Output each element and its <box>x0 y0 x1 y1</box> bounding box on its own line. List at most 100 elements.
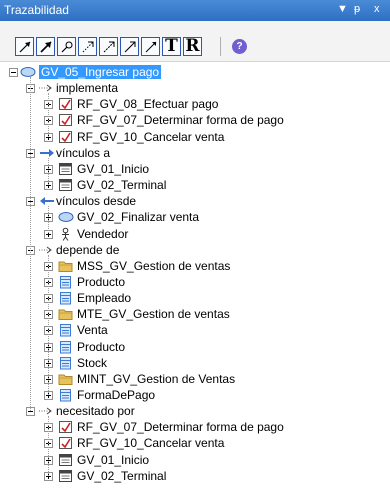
requirement-icon <box>58 436 74 450</box>
tree-label: RF_GV_08_Efectuar pago <box>77 97 219 112</box>
tree-row-item-3-8[interactable]: FormaDePago <box>0 387 390 403</box>
help-button[interactable]: ? <box>232 39 247 54</box>
tree-connector <box>30 77 31 412</box>
arrow-ne-plain-icon <box>145 41 157 53</box>
toolbar-button-arrow-ne-thin[interactable] <box>120 37 139 56</box>
tree-row-item-4-0[interactable]: RF_GV_07_Determinar forma de pago <box>0 419 390 435</box>
screen-icon <box>58 469 74 483</box>
tree-row-root[interactable]: GV_05_Ingresar pago <box>0 64 390 80</box>
dotted-arrow-icon <box>39 404 55 418</box>
tree-row-group-0[interactable]: implementa <box>0 80 390 96</box>
tree-row-item-3-1[interactable]: Producto <box>0 274 390 290</box>
tree-label: RF_GV_10_Cancelar venta <box>77 129 225 144</box>
toolbar-button-dashed-arrow-alt[interactable] <box>99 37 118 56</box>
tree-label: RF_GV_07_Determinar forma de pago <box>77 113 284 128</box>
tree-connector <box>48 416 49 476</box>
requirement-icon <box>58 420 74 434</box>
tree-row-item-3-4[interactable]: Venta <box>0 322 390 338</box>
actor-icon <box>58 227 74 241</box>
tree-row-item-4-2[interactable]: GV_01_Inicio <box>0 452 390 468</box>
tree-row-item-3-7[interactable]: MINT_GV_Gestion de Ventas <box>0 371 390 387</box>
folder-icon <box>58 372 74 386</box>
class-icon <box>58 275 74 289</box>
class-icon <box>58 356 74 370</box>
tree-label: depende de <box>56 242 120 257</box>
tree-label: GV_01_Inicio <box>77 452 150 467</box>
tree-row-group-4[interactable]: necesitado por <box>0 403 390 419</box>
usecase-icon <box>58 210 74 224</box>
toolbar-button-dashed-arrow[interactable] <box>78 37 97 56</box>
tree-label: MSS_GV_Gestion de ventas <box>77 258 231 273</box>
tree-label: Producto <box>77 274 126 289</box>
traceability-tree: GV_05_Ingresar pago implementa RF_GV_08_Ef… <box>0 62 390 501</box>
tree-label: Vendedor <box>77 226 129 241</box>
toolbar-button-pen[interactable] <box>57 37 76 56</box>
tree-row-item-4-3[interactable]: GV_02_Terminal <box>0 468 390 484</box>
tree-label: GV_01_Inicio <box>77 161 150 176</box>
tree-label: implementa <box>56 81 119 96</box>
panel-pin-button[interactable]: ᵽ <box>354 3 360 15</box>
class-icon <box>58 340 74 354</box>
tree-label: Venta <box>77 323 108 338</box>
toolbar-button-arrow-ne-plain[interactable] <box>141 37 160 56</box>
tree-label: RF_GV_07_Determinar forma de pago <box>77 420 284 435</box>
class-icon <box>58 388 74 402</box>
toolbar-button-arrow-ne[interactable] <box>15 37 34 56</box>
screen-icon <box>58 453 74 467</box>
panel-title-bar: Trazabilidad ▼ ᵽ x <box>0 0 390 21</box>
panel-close-button[interactable]: x <box>374 3 380 15</box>
collapse-icon[interactable] <box>9 68 18 77</box>
tree-label: MTE_GV_Gestion de ventas <box>77 307 230 322</box>
tree-label: RF_GV_10_Cancelar venta <box>77 436 225 451</box>
screen-icon <box>58 162 74 176</box>
tree-row-item-3-0[interactable]: MSS_GV_Gestion de ventas <box>0 258 390 274</box>
tree-row-item-1-1[interactable]: GV_02_Terminal <box>0 177 390 193</box>
screen-icon <box>58 178 74 192</box>
tree-row-item-4-1[interactable]: RF_GV_10_Cancelar venta <box>0 435 390 451</box>
tree-row-group-2[interactable]: vínculos desde <box>0 193 390 209</box>
tree-connector <box>48 206 49 234</box>
tree-label: Producto <box>77 339 126 354</box>
tree-connector <box>48 254 49 395</box>
tree-label: MINT_GV_Gestion de Ventas <box>77 371 236 386</box>
tree-row-item-2-1[interactable]: Vendedor <box>0 226 390 242</box>
blue-arrow-left-icon <box>39 194 55 208</box>
tree-row-item-1-0[interactable]: GV_01_Inicio <box>0 161 390 177</box>
dotted-arrow-icon <box>39 243 55 257</box>
toolbar: ? TR <box>0 21 390 62</box>
tree-label: Stock <box>77 355 108 370</box>
panel-menu-button[interactable]: ▼ <box>337 3 348 15</box>
tree-label: Empleado <box>77 291 132 306</box>
usecase-icon <box>20 65 36 79</box>
tree-connector <box>48 157 49 186</box>
tree-row-item-3-3[interactable]: MTE_GV_Gestion de ventas <box>0 306 390 322</box>
tree-row-group-1[interactable]: vínculos a <box>0 145 390 161</box>
tree-label: GV_02_Finalizar venta <box>77 210 200 225</box>
panel-title: Trazabilidad <box>4 3 69 17</box>
folder-icon <box>58 259 74 273</box>
dashed-arrow-alt-icon <box>103 41 115 53</box>
tree-label: necesitado por <box>56 404 135 419</box>
arrow-ne-thin-icon <box>124 41 136 53</box>
toolbar-button-arrow-ne-bold[interactable] <box>36 37 55 56</box>
tree-label: GV_02_Terminal <box>77 468 167 483</box>
tree-row-group-3[interactable]: depende de <box>0 242 390 258</box>
tree-label: GV_02_Terminal <box>77 178 167 193</box>
tree-row-item-0-1[interactable]: RF_GV_07_Determinar forma de pago <box>0 112 390 128</box>
toolbar-button-text-r[interactable]: R <box>183 37 202 56</box>
tree-row-item-3-6[interactable]: Stock <box>0 355 390 371</box>
tree-row-item-3-5[interactable]: Producto <box>0 339 390 355</box>
tree-row-item-0-0[interactable]: RF_GV_08_Efectuar pago <box>0 96 390 112</box>
requirement-icon <box>58 130 74 144</box>
tree-row-item-2-0[interactable]: GV_02_Finalizar venta <box>0 209 390 225</box>
tree-row-item-0-2[interactable]: RF_GV_10_Cancelar venta <box>0 129 390 145</box>
pen-icon <box>61 41 73 53</box>
dotted-arrow-icon <box>39 81 55 95</box>
arrow-ne-icon <box>19 41 31 53</box>
tree-label: vínculos desde <box>56 194 137 209</box>
toolbar-button-text-t[interactable]: T <box>162 37 181 56</box>
tree-row-item-3-2[interactable]: Empleado <box>0 290 390 306</box>
folder-icon <box>58 307 74 321</box>
class-icon <box>58 323 74 337</box>
toolbar-separator <box>220 37 221 56</box>
